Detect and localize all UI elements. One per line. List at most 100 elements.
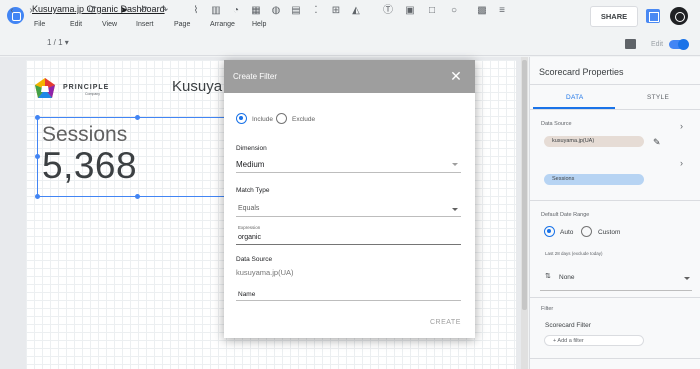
image-icon[interactable]: ▣ (404, 5, 416, 17)
resize-handle[interactable] (35, 194, 40, 199)
report-title-text[interactable]: Kusuya (172, 78, 222, 95)
chevron-right-icon[interactable]: › (680, 158, 683, 168)
resize-handle[interactable] (135, 194, 140, 199)
pie-chart-icon[interactable]: ◔ (230, 5, 242, 17)
data-source-chip[interactable]: kusuyama.jp(UA) (544, 136, 644, 147)
name-underline (236, 300, 461, 301)
text-icon[interactable]: Ⓣ (382, 5, 394, 17)
edit-mode-label: Edit (651, 41, 664, 48)
dropdown-caret-icon[interactable] (684, 277, 690, 280)
toolbar (0, 34, 700, 56)
dropdown-caret-icon[interactable] (452, 208, 458, 211)
chevron-left-icon[interactable]: ‹ (7, 5, 17, 17)
page-indicator[interactable]: 1 / 1 ▾ (47, 38, 69, 47)
panel-divider (530, 297, 700, 298)
filter-control-icon[interactable]: ≡ (496, 5, 508, 17)
panel-divider (530, 109, 700, 110)
circle-icon[interactable]: ○ (448, 5, 460, 17)
date-range-hint: Last 28 days (exclude today) (545, 251, 603, 256)
chevron-right-icon[interactable]: › (680, 121, 683, 131)
brand-logo-block[interactable]: PRINCIPLE Company (33, 77, 123, 101)
add-filter-button[interactable]: + Add a filter (544, 335, 644, 346)
panel-divider (530, 200, 700, 201)
name-input[interactable]: Name (238, 291, 255, 298)
dimension-select[interactable]: Medium (236, 160, 264, 169)
menu-file[interactable]: File (34, 21, 70, 28)
metric-chip[interactable]: Sessions (544, 174, 644, 185)
tab-style[interactable]: STYLE (647, 94, 669, 101)
scorecard-filter-label: Scorecard Filter (545, 322, 591, 329)
area-chart-icon[interactable]: ◭ (350, 5, 362, 17)
match-type-label: Match Type (236, 187, 270, 194)
match-type-underline (236, 216, 461, 217)
bar-chart-icon[interactable]: ▥ (210, 5, 222, 17)
resize-handle[interactable] (35, 154, 40, 159)
menu-insert[interactable]: Insert (136, 21, 174, 28)
include-radio[interactable] (236, 113, 247, 124)
menu-bar: File Edit View Insert Page Arrange Help (34, 21, 282, 28)
data-source-section-label: Data Source (541, 121, 572, 127)
data-source-label: Data Source (236, 256, 273, 263)
menu-view[interactable]: View (102, 21, 136, 28)
canvas-scrollbar-thumb[interactable] (522, 60, 527, 310)
bullet-chart-icon[interactable]: ⊞ (330, 5, 342, 17)
date-range-section-label: Default Date Range (541, 212, 590, 218)
time-series-icon[interactable]: ⌇ (190, 5, 202, 17)
principle-logo-icon (35, 78, 55, 98)
exclude-label[interactable]: Exclude (292, 116, 315, 123)
data-source-value: kusuyama.jp(UA) (236, 268, 294, 277)
share-button[interactable]: SHARE (590, 6, 638, 27)
sort-underline (540, 290, 692, 291)
resize-handle[interactable] (35, 115, 40, 120)
expression-input[interactable]: organic (238, 234, 261, 241)
include-label[interactable]: Include (252, 116, 273, 123)
table-icon[interactable]: ▦ (250, 5, 262, 17)
create-button[interactable]: CREATE (430, 319, 461, 326)
chevron-right-icon[interactable]: › (26, 5, 36, 17)
expression-label: Expression (238, 225, 261, 230)
filter-section-label: Filter (541, 306, 554, 312)
tab-data[interactable]: DATA (566, 94, 584, 101)
dimension-label: Dimension (236, 145, 267, 152)
scorecard-metric-value: 5,368 (42, 145, 138, 186)
close-icon[interactable]: ✕ (448, 68, 464, 84)
dialog-title: Create Filter (233, 72, 278, 81)
geo-map-icon[interactable]: ◍ (270, 5, 282, 17)
create-filter-dialog: Create Filter ✕ (224, 60, 475, 338)
sort-select[interactable]: None (559, 274, 575, 281)
dropdown-caret-icon[interactable] (452, 163, 458, 166)
edit-pencil-icon[interactable]: ✎ (653, 137, 661, 148)
panel-divider (530, 358, 700, 359)
resize-handle[interactable] (135, 115, 140, 120)
menu-page[interactable]: Page (174, 21, 210, 28)
panel-divider (530, 84, 700, 85)
sort-icon: ⇅ (545, 273, 551, 280)
brand-subtitle: Company (85, 92, 100, 96)
scorecard-icon[interactable]: ▤ (290, 5, 302, 17)
expression-underline (236, 244, 461, 245)
view-mode-icon[interactable] (646, 9, 660, 23)
undo-icon[interactable]: ↶ (138, 5, 150, 17)
brand-name: PRINCIPLE (63, 84, 110, 91)
rectangle-icon[interactable]: □ (426, 5, 438, 17)
dimension-underline (236, 172, 461, 173)
history-icon[interactable]: ↺ (86, 5, 98, 17)
edit-mode-toggle[interactable] (669, 39, 689, 50)
redo-icon[interactable]: ↷ (158, 5, 170, 17)
match-type-select[interactable]: Equals (238, 205, 259, 212)
date-auto-radio[interactable] (544, 226, 555, 237)
comment-icon[interactable] (625, 39, 636, 49)
scorecard-metric-label: Sessions (42, 123, 128, 146)
date-custom-radio[interactable] (581, 226, 592, 237)
date-custom-label[interactable]: Custom (598, 229, 620, 236)
menu-arrange[interactable]: Arrange (210, 21, 252, 28)
select-pointer-icon[interactable]: ➤ (118, 5, 130, 17)
menu-edit[interactable]: Edit (70, 21, 102, 28)
scatter-icon[interactable]: ⁚ (310, 5, 322, 17)
panel-title: Scorecard Properties (539, 67, 624, 77)
menu-help[interactable]: Help (252, 21, 282, 28)
date-range-icon[interactable]: ▩ (476, 5, 488, 17)
avatar[interactable] (670, 7, 688, 25)
date-auto-label[interactable]: Auto (560, 229, 573, 236)
exclude-radio[interactable] (276, 113, 287, 124)
